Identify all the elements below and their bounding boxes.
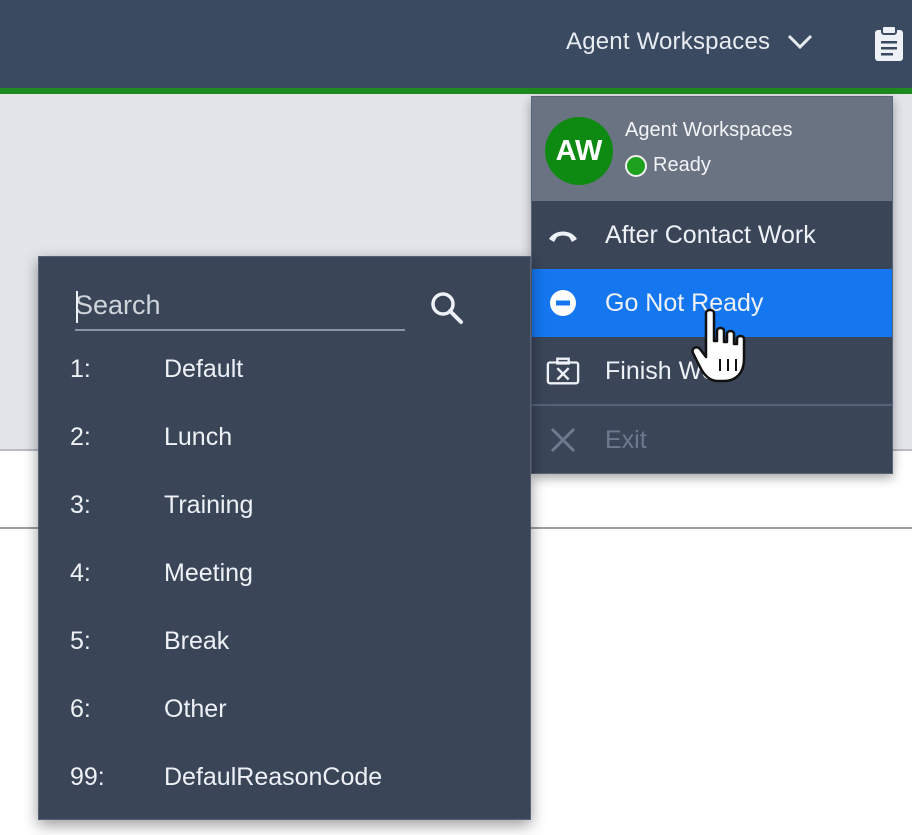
top-navigation-bar: Agent Workspaces: [0, 0, 912, 88]
menu-item-label: After Contact Work: [605, 220, 816, 249]
reason-label: Lunch: [164, 422, 233, 451]
reason-code: 3:: [70, 490, 91, 519]
list-item[interactable]: 5: Break: [39, 607, 530, 675]
minus-circle-icon: [546, 286, 580, 320]
reason-label: Break: [164, 626, 230, 655]
agent-name: Agent Workspaces: [625, 119, 793, 141]
reason-label: Meeting: [164, 558, 253, 587]
text-caret: [76, 291, 78, 323]
agent-profile-header: AW Agent Workspaces Ready: [532, 97, 892, 201]
workspace-selector[interactable]: Agent Workspaces: [566, 24, 814, 60]
search-input[interactable]: [75, 285, 405, 325]
menu-item-label: Go Not Ready: [605, 288, 764, 317]
reason-label: Other: [164, 694, 227, 723]
reason-label: DefaulReasonCode: [164, 762, 383, 791]
workspace-label: Agent Workspaces: [566, 28, 771, 55]
search-underline: [75, 329, 405, 331]
reason-code: 6:: [70, 694, 91, 723]
menu-item-label: Exit: [605, 425, 647, 454]
reason-code: 5:: [70, 626, 91, 655]
not-ready-reason-panel: 1: Default 2: Lunch 3: Training 4: Meeti…: [38, 256, 531, 820]
reason-code: 1:: [70, 354, 91, 383]
list-item[interactable]: 4: Meeting: [39, 539, 530, 607]
phone-hangup-icon: [546, 218, 580, 252]
list-item[interactable]: 2: Lunch: [39, 403, 530, 471]
status-text: Ready: [653, 154, 711, 176]
menu-item-after-contact-work[interactable]: After Contact Work: [532, 201, 892, 269]
agent-state-menu: AW Agent Workspaces Ready After Contact …: [531, 96, 893, 474]
reason-code: 4:: [70, 558, 91, 587]
chevron-down-icon: [788, 34, 813, 50]
menu-item-exit[interactable]: Exit: [532, 406, 892, 474]
list-item[interactable]: 6: Other: [39, 675, 530, 743]
menu-item-label: Finish Work: [605, 356, 737, 385]
avatar: AW: [545, 117, 613, 185]
status-ready-icon: [625, 154, 647, 177]
reason-label: Training: [164, 490, 254, 519]
list-item[interactable]: 3: Training: [39, 471, 530, 539]
reason-code-list: 1: Default 2: Lunch 3: Training 4: Meeti…: [39, 335, 530, 811]
menu-item-go-not-ready[interactable]: Go Not Ready: [532, 269, 892, 337]
reason-code: 2:: [70, 422, 91, 451]
search-icon[interactable]: [429, 290, 465, 326]
list-item[interactable]: 99: DefaulReasonCode: [39, 743, 530, 811]
agent-status: Ready: [625, 154, 711, 177]
close-icon: [546, 423, 580, 457]
reason-code: 99:: [70, 762, 105, 791]
list-item[interactable]: 1: Default: [39, 335, 530, 403]
clipboard-icon[interactable]: [872, 24, 906, 62]
reason-label: Default: [164, 354, 244, 383]
menu-item-finish-work[interactable]: Finish Work: [532, 337, 892, 405]
close-box-icon: [546, 354, 580, 388]
